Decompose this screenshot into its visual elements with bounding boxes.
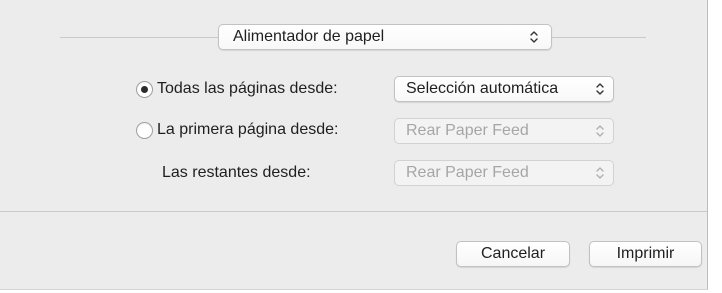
header-separator-left [60, 37, 218, 38]
updown-chevron-icon [596, 167, 604, 179]
updown-chevron-icon [596, 83, 604, 95]
all-pages-source-popup[interactable]: Selección automática [394, 76, 614, 102]
updown-chevron-icon [596, 125, 604, 137]
print-dialog-panel: Alimentador de papel Todas las páginas d… [0, 0, 708, 290]
remaining-pages-source-value: Rear Paper Feed [406, 164, 529, 181]
print-button[interactable]: Imprimir [589, 241, 702, 267]
remaining-pages-source-popup: Rear Paper Feed [394, 160, 614, 186]
all-pages-label: Todas las páginas desde: [157, 80, 338, 97]
radio-selected-dot [141, 85, 148, 93]
all-pages-source-value: Selección automática [406, 80, 559, 97]
all-pages-radio[interactable] [136, 80, 153, 98]
all-pages-radio-option[interactable]: Todas las páginas desde: [136, 80, 338, 98]
first-page-source-popup: Rear Paper Feed [394, 118, 614, 144]
cancel-button[interactable]: Cancelar [456, 241, 570, 267]
first-page-radio-option[interactable]: La primera página desde: [136, 121, 338, 139]
remaining-pages-label: Las restantes desde: [162, 164, 311, 181]
footer-divider [0, 211, 707, 212]
header-separator-right [552, 37, 646, 38]
first-page-label: La primera página desde: [157, 121, 339, 138]
paper-source-value: Alimentador de papel [233, 28, 385, 45]
first-page-source-value: Rear Paper Feed [406, 122, 529, 139]
paper-source-popup[interactable]: Alimentador de papel [218, 24, 552, 50]
updown-chevron-icon [530, 31, 538, 43]
first-page-radio[interactable] [136, 121, 153, 139]
